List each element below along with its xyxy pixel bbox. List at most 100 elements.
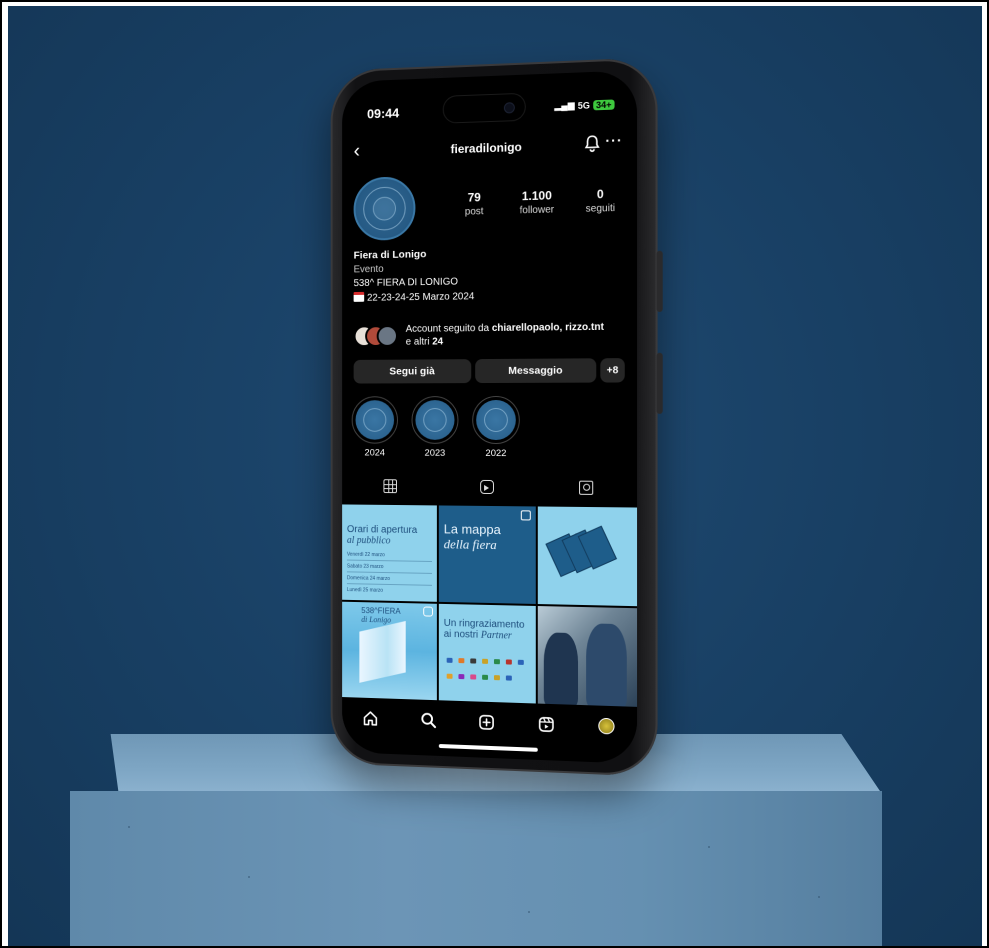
- home-icon: [363, 709, 379, 726]
- backdrop: 09:44 ▂▄▆ 5G 34+ ‹ fieradilonigo ··· 79 …: [8, 6, 982, 946]
- nav-search[interactable]: [414, 706, 443, 733]
- partner-logo: [482, 674, 489, 680]
- phone-screen: 09:44 ▂▄▆ 5G 34+ ‹ fieradilonigo ··· 79 …: [342, 70, 638, 764]
- highlight-2023[interactable]: 2023: [411, 396, 459, 459]
- bottom-nav: [342, 697, 638, 748]
- stat-following-label: seguiti: [585, 202, 616, 215]
- pedestal-speck: [708, 846, 710, 848]
- followed-suffix: e altri: [405, 336, 433, 348]
- nav-reels[interactable]: [531, 710, 561, 737]
- profile-actions: Segui già Messaggio +8: [353, 358, 625, 384]
- bio-dates-text: 22-23-24-25 Marzo 2024: [367, 290, 475, 304]
- pedestal-speck: [248, 876, 250, 878]
- stat-posts[interactable]: 79 post: [447, 190, 502, 218]
- divider: [346, 571, 432, 574]
- post-caption: 538^FIERA di Lonigo: [361, 606, 400, 625]
- status-time: 09:44: [367, 105, 400, 122]
- stat-following[interactable]: 0 seguiti: [572, 186, 629, 215]
- stat-followers[interactable]: 1.100 follower: [509, 188, 565, 217]
- tab-tagged[interactable]: [546, 480, 627, 495]
- divider: [346, 583, 432, 586]
- partner-logo: [470, 674, 477, 680]
- dynamic-island: [442, 92, 526, 124]
- add-user-icon[interactable]: +8: [600, 358, 625, 383]
- post-subtitle: di Lonigo: [361, 614, 392, 625]
- partner-logo: [458, 658, 465, 664]
- partner-logo: [493, 675, 500, 681]
- post-brochures[interactable]: [537, 506, 638, 607]
- pedestal-speck: [818, 896, 820, 898]
- post-subtitle-italic: Partner: [480, 629, 512, 642]
- followed-by[interactable]: Account seguito da chiarellopaolo, rizzo…: [353, 320, 627, 351]
- side-button: [656, 352, 663, 414]
- person-figure: [543, 632, 579, 706]
- avatar: [598, 717, 615, 735]
- post-title: La mappa: [443, 521, 501, 538]
- bell-icon[interactable]: [584, 134, 600, 153]
- follower-avatars: [353, 325, 402, 348]
- post-fair-map[interactable]: La mappa della fiera: [438, 505, 536, 604]
- profile-tabs: [342, 473, 637, 501]
- post-fair-banner[interactable]: 538^FIERA di Lonigo: [342, 601, 437, 701]
- partner-logo: [470, 658, 477, 664]
- post-partners[interactable]: Un ringraziamento ai nostri Partner: [438, 603, 536, 704]
- highlight-2024[interactable]: 2024: [351, 396, 398, 458]
- highlight-label: 2023: [424, 447, 446, 459]
- phone-mockup: 09:44 ▂▄▆ 5G 34+ ‹ fieradilonigo ··· 79 …: [330, 57, 663, 777]
- profile-header: ‹ fieradilonigo ···: [354, 132, 623, 164]
- followed-names: chiarellopaolo, rizzo.tnt: [491, 321, 604, 334]
- nav-home[interactable]: [356, 704, 385, 731]
- stat-following-count: 0: [596, 187, 604, 202]
- network-label: 5G: [577, 99, 590, 111]
- followed-by-text: Account seguito da chiarellopaolo, rizzo…: [406, 320, 627, 348]
- profile-bio: Fiera di Lonigo Evento 538^ FIERA DI LON…: [353, 243, 625, 305]
- post-opening-hours[interactable]: Orari di apertura al pubblico Venerdì 22 …: [342, 504, 437, 602]
- calendar-icon: [353, 291, 365, 302]
- pedestal-front: [70, 791, 882, 946]
- highlight-ring: [411, 396, 459, 444]
- banner-image: [359, 620, 406, 683]
- person-figure: [586, 623, 627, 707]
- divider: [346, 559, 432, 562]
- carousel-icon: [520, 510, 531, 521]
- post-subtitle: ai nostri: [443, 628, 479, 641]
- hours-row: Lunedì 25 marzo: [346, 587, 383, 594]
- stat-posts-label: post: [464, 206, 484, 218]
- reel-icon: [423, 606, 433, 617]
- nav-create[interactable]: [472, 708, 502, 735]
- camera-icon: [503, 102, 515, 114]
- post-visitors-photo[interactable]: [537, 606, 638, 707]
- post-caption: La mappa della fiera: [444, 521, 501, 552]
- followed-count: 24: [432, 336, 444, 348]
- tab-reels[interactable]: [448, 479, 527, 495]
- home-indicator[interactable]: [438, 743, 538, 752]
- highlight-ring: [351, 396, 398, 444]
- grid-icon: [383, 479, 397, 494]
- more-options-icon[interactable]: ···: [605, 132, 622, 149]
- following-button[interactable]: Segui già: [353, 359, 472, 384]
- followed-prefix: Account seguito da: [405, 322, 492, 335]
- reels-icon: [538, 715, 555, 733]
- avatar: [376, 325, 398, 347]
- nav-profile[interactable]: [591, 712, 622, 739]
- hours-row: Sabato 23 marzo: [346, 563, 384, 571]
- post-subtitle: al pubblico: [346, 534, 391, 547]
- side-button: [656, 250, 663, 313]
- tab-posts[interactable]: [351, 479, 428, 494]
- plus-square-icon: [480, 714, 495, 730]
- profile-stats: 79 post 1.100 follower 0 seguiti: [447, 186, 629, 218]
- stat-followers-count: 1.100: [521, 188, 552, 204]
- reels-icon: [480, 479, 494, 495]
- partner-logo: [446, 657, 453, 663]
- message-button[interactable]: Messaggio: [475, 358, 597, 384]
- partner-logo: [505, 675, 512, 681]
- profile-avatar[interactable]: [353, 176, 416, 241]
- post-caption: Orari di apertura al pubblico: [347, 524, 417, 547]
- post-caption: Un ringraziamento ai nostri Partner: [444, 618, 525, 642]
- story-highlights: 2024 2023 2022: [351, 395, 520, 459]
- highlight-2022[interactable]: 2022: [472, 395, 520, 459]
- partner-logo: [505, 659, 512, 665]
- signal-icon: ▂▄▆: [554, 99, 575, 111]
- partner-logo: [493, 659, 500, 665]
- stat-followers-label: follower: [519, 204, 555, 217]
